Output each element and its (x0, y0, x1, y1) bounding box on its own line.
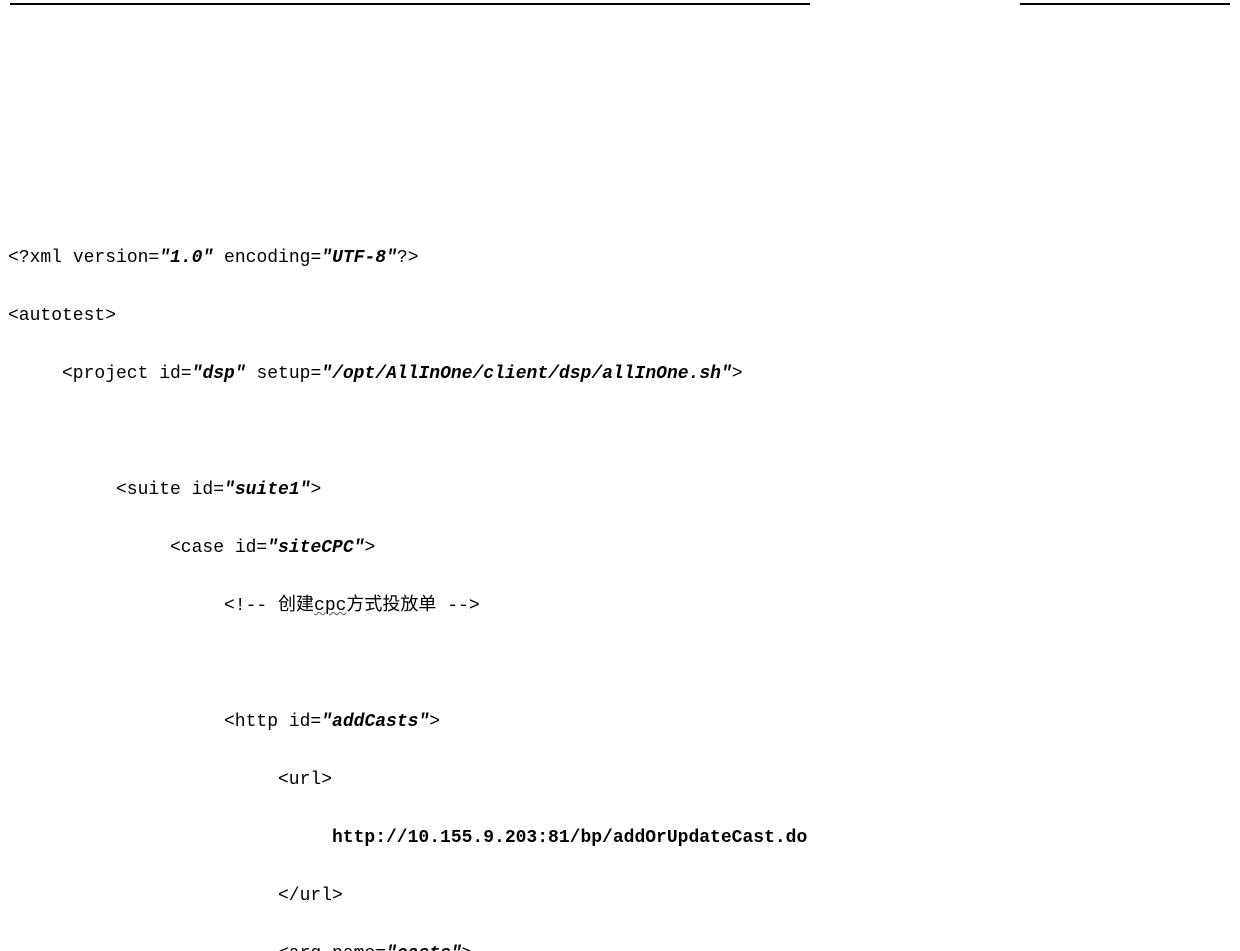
code-line: <autotest> (8, 302, 1240, 331)
arg-open-tag: <arg (278, 944, 321, 951)
xml-comment-close: --> (436, 596, 479, 616)
xml-code-block: <?xml version="1.0" encoding="UTF-8"?> <… (8, 215, 1240, 951)
code-line: </url> (8, 882, 1240, 911)
code-line: http://10.155.9.203:81/bp/addOrUpdateCas… (8, 824, 1240, 853)
code-line: <?xml version="1.0" encoding="UTF-8"?> (8, 244, 1240, 273)
case-open-tag: <case (170, 538, 224, 558)
code-line: <url> (8, 766, 1240, 795)
blank-line (8, 418, 1240, 447)
autotest-open-tag: <autotest> (8, 306, 116, 326)
code-line: <http id="addCasts"> (8, 708, 1240, 737)
code-line: <project id="dsp" setup="/opt/AllInOne/c… (8, 360, 1240, 389)
url-open-tag: <url> (278, 770, 332, 790)
url-text: http://10.155.9.203:81/bp/addOrUpdateCas… (332, 828, 807, 848)
code-line: <arg name="casts"> (8, 940, 1240, 951)
project-open-tag: <project (62, 364, 148, 384)
code-line: <suite id="suite1"> (8, 476, 1240, 505)
suite-open-tag: <suite (116, 480, 181, 500)
url-close-tag: </url> (278, 886, 343, 906)
top-rule-left (10, 3, 810, 5)
blank-line (8, 650, 1240, 679)
spellcheck-underline: cpc (314, 596, 346, 616)
http-open-tag: <http (224, 712, 278, 732)
top-rule-right (1020, 3, 1230, 5)
code-line: <!-- 创建cpc方式投放单 --> (8, 592, 1240, 621)
xml-comment-open: <!-- (224, 596, 278, 616)
code-line: <case id="siteCPC"> (8, 534, 1240, 563)
xml-declaration-open: <?xml (8, 248, 62, 268)
